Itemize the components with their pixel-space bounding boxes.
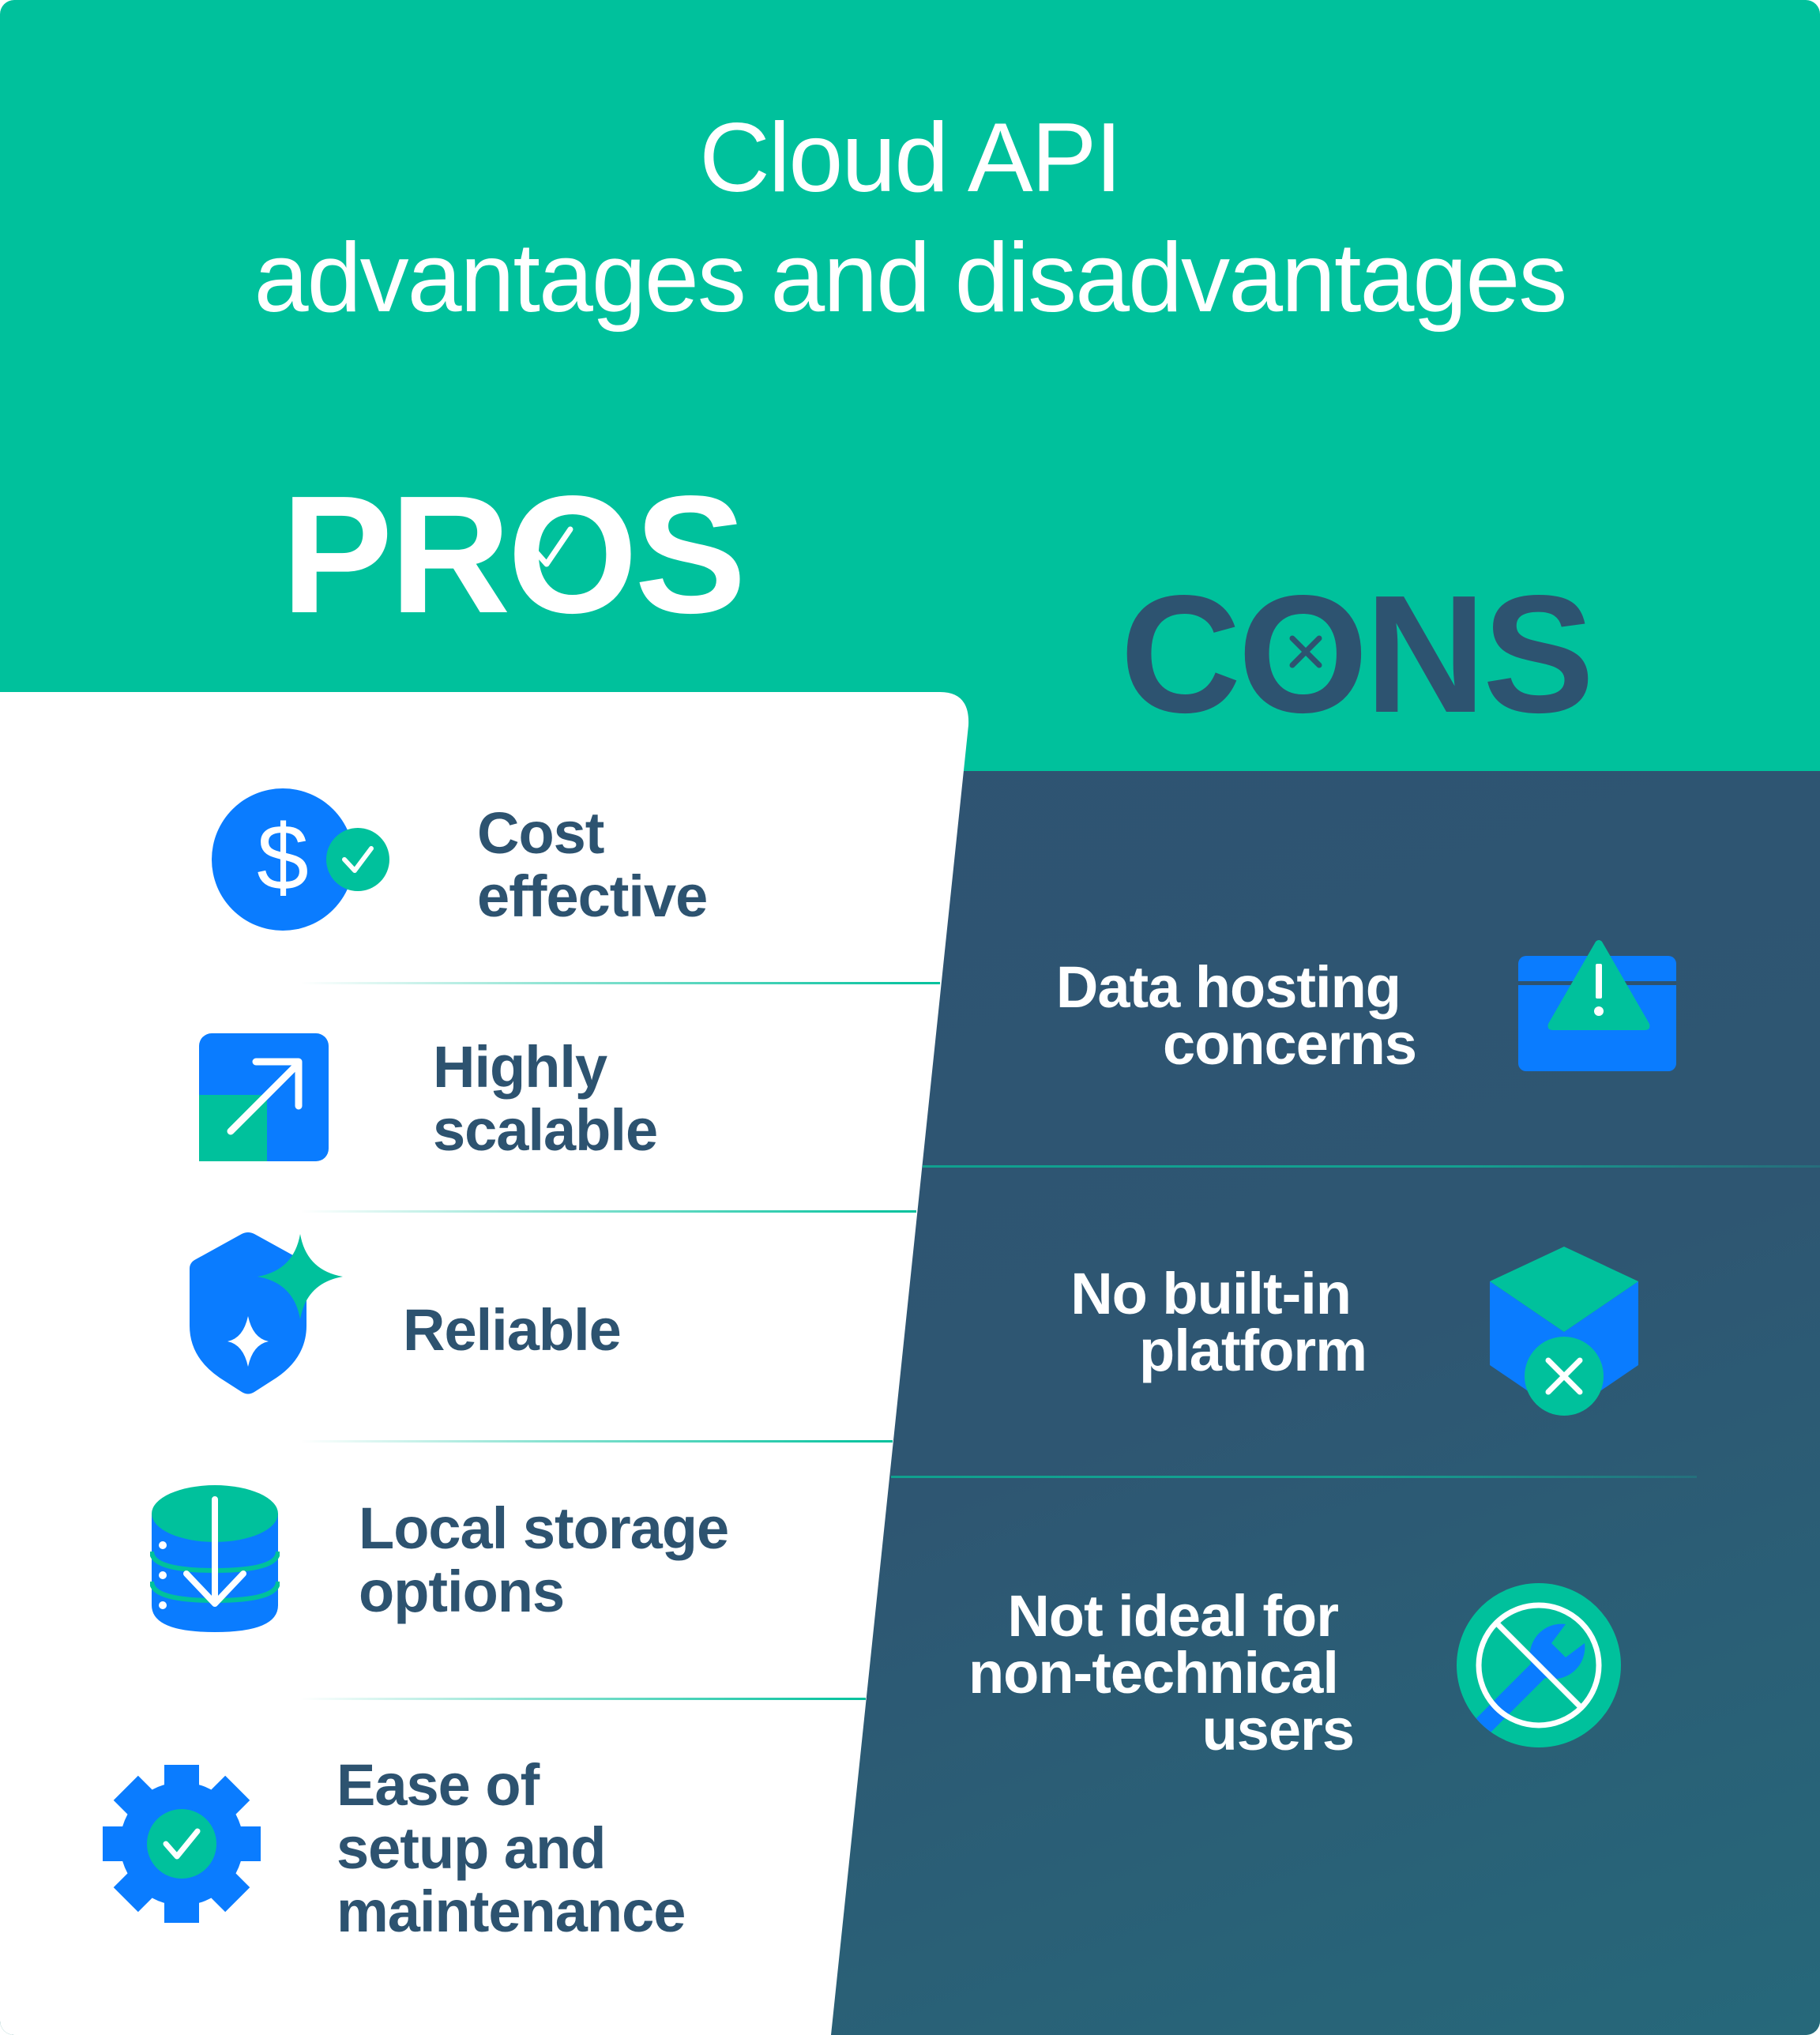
pros-divider <box>300 1440 893 1443</box>
pros-heading-text: PROS <box>281 461 746 648</box>
con-item-line: No built-in <box>1070 1261 1352 1326</box>
pro-item-line: scalable <box>433 1097 658 1163</box>
shield-sparkle-icon <box>190 1232 343 1394</box>
gear-check-icon <box>103 1765 261 1923</box>
con-item-line: Data hosting <box>1055 954 1401 1020</box>
cons-divider <box>923 1165 1820 1168</box>
pros-divider <box>300 1698 866 1700</box>
title-line-1: Cloud API <box>699 103 1122 213</box>
pro-item-line: Highly <box>433 1034 607 1100</box>
pro-item-line: effective <box>477 863 708 929</box>
cons-heading-text: CONS <box>1120 560 1595 747</box>
check-mark-icon <box>531 526 573 567</box>
x-mark-icon <box>1289 635 1322 668</box>
no-wrench-icon <box>1457 1583 1621 1747</box>
pro-item-line: Ease of <box>337 1752 540 1818</box>
pro-item-line: options <box>359 1559 565 1624</box>
con-item-line: users <box>1201 1697 1355 1762</box>
pros-divider <box>300 1210 916 1213</box>
cons-heading: CONS <box>1120 570 1595 738</box>
dollar-check-icon: $ <box>212 788 389 931</box>
con-item-line: Not ideal for <box>1007 1583 1339 1649</box>
cons-divider <box>891 1476 1697 1478</box>
pro-item-line: Reliable <box>403 1297 622 1363</box>
svg-text:$: $ <box>257 806 309 910</box>
con-item-line: non-technical <box>968 1640 1339 1706</box>
pro-item-line: maintenance <box>337 1879 686 1944</box>
browser-warning-icon <box>1518 940 1676 1071</box>
database-download-icon <box>150 1485 280 1632</box>
box-x-icon <box>1490 1247 1638 1416</box>
pros-divider <box>300 982 940 984</box>
pro-item-line: Cost <box>477 800 604 866</box>
scale-up-arrow-icon <box>199 1033 329 1161</box>
infographic: Cloud API advantages and disadvantages P… <box>0 0 1820 2035</box>
pro-item-line: setup and <box>337 1815 606 1881</box>
con-item-line: platform <box>1139 1318 1367 1383</box>
pro-item-line: Local storage <box>359 1495 729 1561</box>
pros-heading: PROS <box>281 471 746 638</box>
title-line-2: advantages and disadvantages <box>254 224 1568 333</box>
con-item-line: concerns <box>1162 1011 1417 1077</box>
